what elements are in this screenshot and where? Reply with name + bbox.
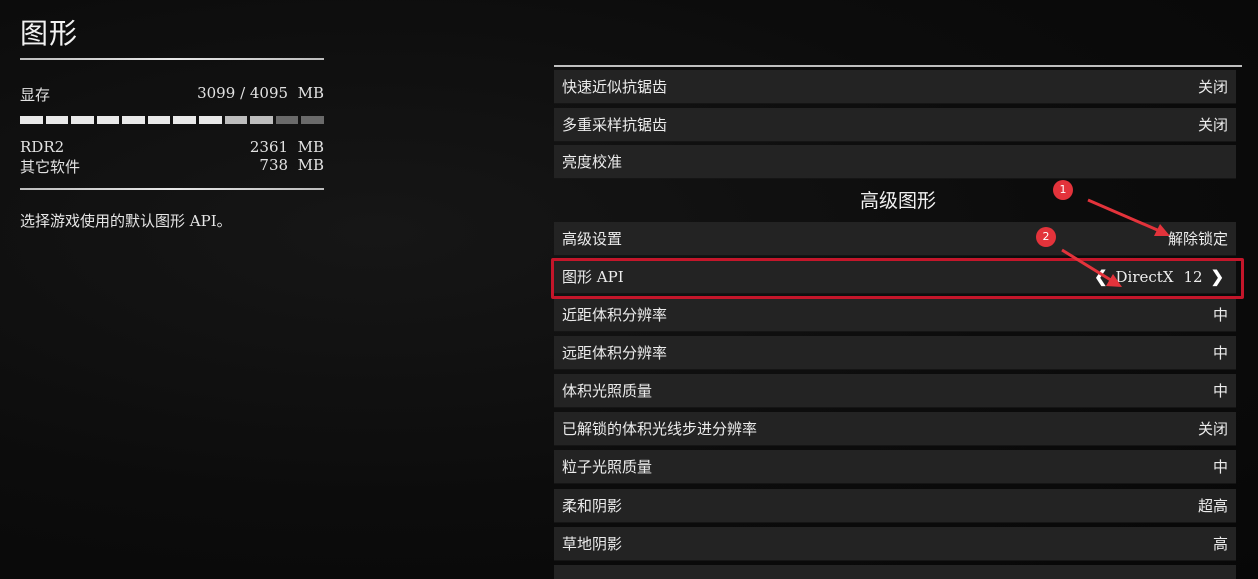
vram-bar-segment (173, 116, 197, 124)
breakdown-value: 2361 MB (249, 138, 324, 156)
setting-description: 选择游戏使用的默认图形 API。 (20, 212, 232, 230)
setting-label: 高级设置 (562, 230, 623, 248)
divider (20, 58, 324, 60)
vram-bar-segment (45, 116, 69, 124)
api-name: DirectX (1115, 267, 1174, 286)
vram-bar-segment (96, 116, 120, 124)
vram-usage-bar (20, 116, 324, 124)
vram-usage: 3099 / 4095 MB (197, 84, 324, 105)
api-version: 12 (1183, 267, 1203, 286)
setting-label: 体积光照质量 (562, 382, 653, 400)
setting-label: 已解锁的体积光线步进分辨率 (562, 420, 758, 438)
vram-bar-segment (122, 116, 145, 124)
setting-value: 中 (1212, 344, 1228, 362)
vram-breakdown-rdr2: RDR2 2361 MB (20, 138, 324, 156)
breakdown-name: RDR2 (20, 138, 65, 156)
setting-raymarch[interactable]: 已解锁的体积光线步进分辨率 关闭 (554, 412, 1236, 446)
annotation-badge-1: 1 (1053, 180, 1073, 200)
chevron-left-icon[interactable]: ❮ (1090, 267, 1111, 286)
list-top-divider (554, 65, 1242, 67)
vram-summary: 显存 3099 / 4095 MB (20, 84, 324, 105)
vram-bar-segment (199, 116, 222, 124)
setting-value: 中 (1212, 382, 1228, 400)
setting-partial-row[interactable] (554, 565, 1236, 579)
chevron-right-icon[interactable]: ❯ (1207, 267, 1228, 286)
setting-near-volumetric[interactable]: 近距体积分辨率 中 (554, 298, 1236, 332)
setting-value: 关闭 (1197, 78, 1228, 96)
page-title: 图形 (20, 17, 79, 50)
setting-msaa[interactable]: 多重采样抗锯齿 关闭 (554, 108, 1236, 142)
setting-label: 柔和阴影 (562, 497, 623, 515)
vram-bar-segment (301, 116, 324, 124)
vram-unit: MB (297, 84, 324, 102)
setting-label: 远距体积分辨率 (562, 344, 668, 362)
setting-label: 粒子光照质量 (562, 458, 653, 476)
breakdown-name: 其它软件 (20, 158, 81, 176)
breakdown-value: 738 MB (259, 156, 324, 174)
setting-grass-shadows[interactable]: 草地阴影 高 (554, 527, 1236, 561)
vram-bar-segment (71, 116, 94, 124)
setting-volumetric-lighting[interactable]: 体积光照质量 中 (554, 374, 1236, 408)
setting-value: 高 (1212, 535, 1228, 553)
setting-fxaa[interactable]: 快速近似抗锯齿 关闭 (554, 70, 1236, 104)
graphics-settings-screen: 图形 显存 3099 / 4095 MB RDR2 2361 MB 其它软件 7… (0, 0, 1258, 579)
setting-label: 草地阴影 (562, 535, 623, 553)
api-selector: ❮ DirectX 12 ❯ (1090, 267, 1228, 286)
setting-value: 关闭 (1197, 420, 1228, 438)
vram-label: 显存 (20, 86, 51, 104)
vram-total: / 4095 (240, 84, 289, 102)
setting-soft-shadows[interactable]: 柔和阴影 超高 (554, 489, 1236, 523)
setting-brightness[interactable]: 亮度校准 (554, 145, 1236, 179)
vram-bar-segment (224, 116, 248, 124)
setting-label: 亮度校准 (562, 153, 623, 171)
vram-breakdown-other: 其它软件 738 MB (20, 156, 324, 177)
vram-used: 3099 (197, 84, 236, 102)
annotation-badge-2: 2 (1036, 227, 1056, 247)
setting-label: 图形 API (562, 268, 624, 286)
vram-bar-segment (275, 116, 299, 124)
setting-value: 中 (1212, 458, 1228, 476)
setting-value: 解除锁定 (1167, 230, 1228, 248)
setting-label: 近距体积分辨率 (562, 306, 668, 324)
setting-value: 关闭 (1197, 116, 1228, 134)
section-title: 高级图形 (859, 190, 936, 212)
setting-graphics-api[interactable]: 图形 API ❮ DirectX 12 ❯ (554, 260, 1236, 294)
vram-bar-segment (20, 116, 43, 124)
setting-label: 快速近似抗锯齿 (562, 78, 668, 96)
divider (20, 188, 324, 190)
setting-far-volumetric[interactable]: 远距体积分辨率 中 (554, 336, 1236, 370)
vram-bar-segment (250, 116, 273, 124)
setting-value: 超高 (1197, 497, 1228, 515)
setting-particle-lighting[interactable]: 粒子光照质量 中 (554, 450, 1236, 484)
vram-bar-segment (147, 116, 171, 124)
setting-value: 中 (1212, 306, 1228, 324)
setting-advanced[interactable]: 高级设置 解除锁定 (554, 222, 1236, 256)
setting-label: 多重采样抗锯齿 (562, 116, 668, 134)
